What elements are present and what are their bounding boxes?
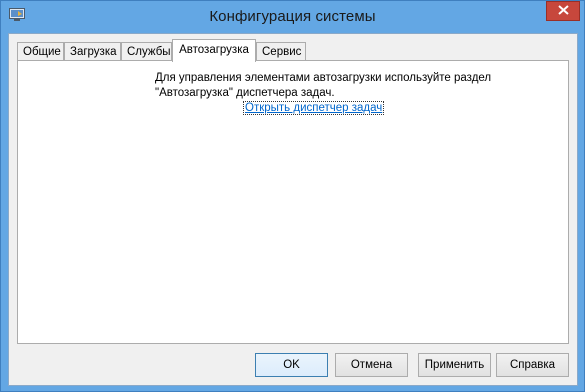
startup-message-line2: "Автозагрузка" диспетчера задач. [155, 87, 335, 99]
title-bar[interactable]: Конфигурация системы [1, 1, 584, 34]
close-icon [557, 4, 569, 18]
open-task-manager-link[interactable]: Открыть диспетчер задач [242, 101, 385, 115]
startup-message: Для управления элементами автозагрузки и… [155, 71, 515, 101]
tab-tools[interactable]: Сервис [256, 42, 306, 60]
window: Конфигурация системы Общие Загрузка Служ… [0, 0, 585, 392]
close-button[interactable] [546, 1, 580, 21]
cancel-button[interactable]: Отмена [335, 353, 408, 377]
startup-message-line1: Для управления элементами автозагрузки и… [155, 72, 492, 84]
ok-button[interactable]: OK [255, 353, 328, 377]
tab-startup[interactable]: Автозагрузка [172, 39, 256, 62]
tab-services[interactable]: Службы [121, 42, 172, 60]
apply-button[interactable]: Применить [418, 353, 491, 377]
help-button[interactable]: Справка [496, 353, 569, 377]
tab-boot[interactable]: Загрузка [64, 42, 121, 60]
startup-tab-panel: Для управления элементами автозагрузки и… [17, 60, 569, 344]
dialog-body: Общие Загрузка Службы Автозагрузка Серви… [8, 33, 578, 386]
window-title: Конфигурация системы [209, 8, 376, 25]
tab-general[interactable]: Общие [17, 42, 64, 60]
